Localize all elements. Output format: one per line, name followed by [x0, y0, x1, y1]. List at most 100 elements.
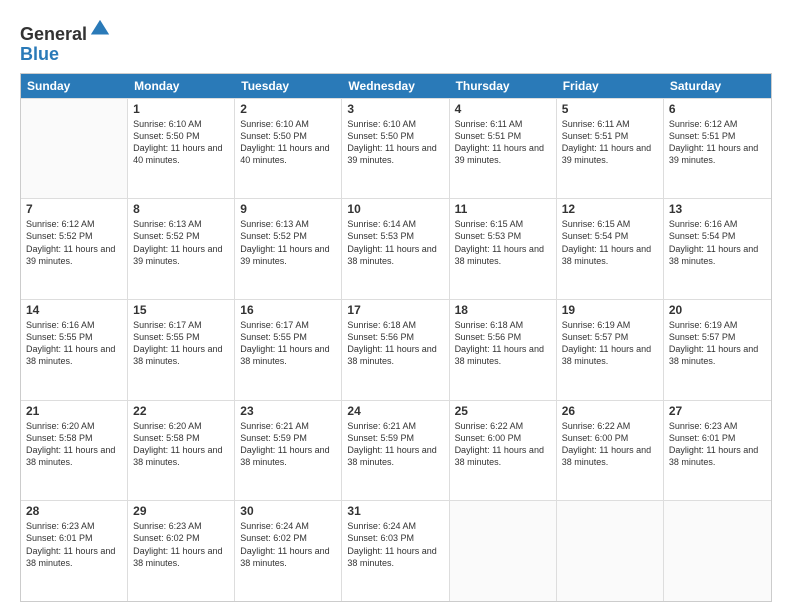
day-number: 27 [669, 404, 766, 418]
page: General Blue SundayMondayTuesdayWednesda… [0, 0, 792, 612]
cal-cell: 7 Sunrise: 6:12 AMSunset: 5:52 PMDaylight… [21, 199, 128, 299]
cal-cell: 17Sunrise: 6:18 AMSunset: 5:56 PMDayligh… [342, 300, 449, 400]
cell-info: Sunrise: 6:22 AMSunset: 6:00 PMDaylight:… [455, 420, 551, 469]
cal-cell: 29Sunrise: 6:23 AMSunset: 6:02 PMDayligh… [128, 501, 235, 601]
day-number: 20 [669, 303, 766, 317]
cell-info: Sunrise: 6:20 AMSunset: 5:58 PMDaylight:… [26, 420, 122, 469]
day-number: 8 [133, 202, 229, 216]
logo-general: General [20, 24, 87, 44]
day-number: 2 [240, 102, 336, 116]
calendar-header: SundayMondayTuesdayWednesdayThursdayFrid… [21, 74, 771, 98]
cell-info: Sunrise: 6:19 AMSunset: 5:57 PMDaylight:… [562, 319, 658, 368]
day-number: 31 [347, 504, 443, 518]
cal-row: 14Sunrise: 6:16 AMSunset: 5:55 PMDayligh… [21, 299, 771, 400]
cal-cell: 14Sunrise: 6:16 AMSunset: 5:55 PMDayligh… [21, 300, 128, 400]
cell-info: Sunrise: 6:13 AMSunset: 5:52 PMDaylight:… [240, 218, 336, 267]
header: General Blue [20, 18, 772, 65]
cal-cell: 22 Sunrise: 6:20 AMSunset: 5:58 PMDayligh… [128, 401, 235, 501]
cal-cell: 27 Sunrise: 6:23 AMSunset: 6:01 PMDayligh… [664, 401, 771, 501]
cell-info: Sunrise: 6:11 AMSunset: 5:51 PMDaylight:… [455, 118, 551, 167]
cell-info: Sunrise: 6:16 AMSunset: 5:54 PMDaylight:… [669, 218, 766, 267]
cell-info: Sunrise: 6:21 AMSunset: 5:59 PMDaylight:… [240, 420, 336, 469]
cal-cell: 20 Sunrise: 6:19 AMSunset: 5:57 PMDayligh… [664, 300, 771, 400]
cell-info: Sunrise: 6:15 AMSunset: 5:54 PMDaylight:… [562, 218, 658, 267]
cal-cell [664, 501, 771, 601]
day-number: 25 [455, 404, 551, 418]
day-number: 4 [455, 102, 551, 116]
cal-header-day: Sunday [21, 74, 128, 98]
cal-header-day: Monday [128, 74, 235, 98]
day-number: 16 [240, 303, 336, 317]
cell-info: Sunrise: 6:10 AMSunset: 5:50 PMDaylight:… [240, 118, 336, 167]
cal-row: 1Sunrise: 6:10 AMSunset: 5:50 PMDaylight… [21, 98, 771, 199]
logo: General Blue [20, 18, 111, 65]
logo-blue: Blue [20, 44, 59, 64]
cal-row: 28Sunrise: 6:23 AMSunset: 6:01 PMDayligh… [21, 500, 771, 601]
cell-info: Sunrise: 6:10 AMSunset: 5:50 PMDaylight:… [133, 118, 229, 167]
cal-cell [450, 501, 557, 601]
calendar-body: 1Sunrise: 6:10 AMSunset: 5:50 PMDaylight… [21, 98, 771, 601]
cal-cell: 4 Sunrise: 6:11 AMSunset: 5:51 PMDaylight… [450, 99, 557, 199]
cal-header-day: Wednesday [342, 74, 449, 98]
day-number: 7 [26, 202, 122, 216]
cal-header-day: Saturday [664, 74, 771, 98]
cell-info: Sunrise: 6:19 AMSunset: 5:57 PMDaylight:… [669, 319, 766, 368]
day-number: 29 [133, 504, 229, 518]
cal-cell: 13 Sunrise: 6:16 AMSunset: 5:54 PMDayligh… [664, 199, 771, 299]
cal-cell: 21 Sunrise: 6:20 AMSunset: 5:58 PMDayligh… [21, 401, 128, 501]
cell-info: Sunrise: 6:24 AMSunset: 6:02 PMDaylight:… [240, 520, 336, 569]
cell-info: Sunrise: 6:22 AMSunset: 6:00 PMDaylight:… [562, 420, 658, 469]
day-number: 3 [347, 102, 443, 116]
cell-info: Sunrise: 6:15 AMSunset: 5:53 PMDaylight:… [455, 218, 551, 267]
cell-info: Sunrise: 6:20 AMSunset: 5:58 PMDaylight:… [133, 420, 229, 469]
day-number: 17 [347, 303, 443, 317]
calendar: SundayMondayTuesdayWednesdayThursdayFrid… [20, 73, 772, 602]
cal-cell: 5 Sunrise: 6:11 AMSunset: 5:51 PMDaylight… [557, 99, 664, 199]
cell-info: Sunrise: 6:21 AMSunset: 5:59 PMDaylight:… [347, 420, 443, 469]
cal-header-day: Friday [557, 74, 664, 98]
cell-info: Sunrise: 6:17 AMSunset: 5:55 PMDaylight:… [133, 319, 229, 368]
day-number: 24 [347, 404, 443, 418]
day-number: 12 [562, 202, 658, 216]
cal-cell: 10Sunrise: 6:14 AMSunset: 5:53 PMDayligh… [342, 199, 449, 299]
logo-text: General Blue [20, 18, 111, 65]
day-number: 13 [669, 202, 766, 216]
cell-info: Sunrise: 6:12 AMSunset: 5:52 PMDaylight:… [26, 218, 122, 267]
cell-info: Sunrise: 6:12 AMSunset: 5:51 PMDaylight:… [669, 118, 766, 167]
day-number: 5 [562, 102, 658, 116]
day-number: 22 [133, 404, 229, 418]
day-number: 18 [455, 303, 551, 317]
day-number: 19 [562, 303, 658, 317]
cell-info: Sunrise: 6:23 AMSunset: 6:01 PMDaylight:… [26, 520, 122, 569]
cal-cell: 26 Sunrise: 6:22 AMSunset: 6:00 PMDayligh… [557, 401, 664, 501]
day-number: 11 [455, 202, 551, 216]
cal-cell: 24 Sunrise: 6:21 AMSunset: 5:59 PMDayligh… [342, 401, 449, 501]
cell-info: Sunrise: 6:11 AMSunset: 5:51 PMDaylight:… [562, 118, 658, 167]
day-number: 23 [240, 404, 336, 418]
day-number: 15 [133, 303, 229, 317]
cal-cell: 3 Sunrise: 6:10 AMSunset: 5:50 PMDaylight… [342, 99, 449, 199]
cal-row: 7 Sunrise: 6:12 AMSunset: 5:52 PMDaylight… [21, 198, 771, 299]
cal-header-day: Thursday [450, 74, 557, 98]
cal-cell: 6 Sunrise: 6:12 AMSunset: 5:51 PMDaylight… [664, 99, 771, 199]
cell-info: Sunrise: 6:14 AMSunset: 5:53 PMDaylight:… [347, 218, 443, 267]
cal-cell: 2 Sunrise: 6:10 AMSunset: 5:50 PMDaylight… [235, 99, 342, 199]
cal-cell: 31Sunrise: 6:24 AMSunset: 6:03 PMDayligh… [342, 501, 449, 601]
cal-cell: 1Sunrise: 6:10 AMSunset: 5:50 PMDaylight… [128, 99, 235, 199]
day-number: 26 [562, 404, 658, 418]
cal-cell: 15 Sunrise: 6:17 AMSunset: 5:55 PMDayligh… [128, 300, 235, 400]
day-number: 21 [26, 404, 122, 418]
day-number: 6 [669, 102, 766, 116]
cell-info: Sunrise: 6:16 AMSunset: 5:55 PMDaylight:… [26, 319, 122, 368]
cal-cell: 25 Sunrise: 6:22 AMSunset: 6:00 PMDayligh… [450, 401, 557, 501]
cal-row: 21 Sunrise: 6:20 AMSunset: 5:58 PMDayligh… [21, 400, 771, 501]
cal-cell [557, 501, 664, 601]
cal-header-day: Tuesday [235, 74, 342, 98]
cell-info: Sunrise: 6:17 AMSunset: 5:55 PMDaylight:… [240, 319, 336, 368]
cal-cell: 30Sunrise: 6:24 AMSunset: 6:02 PMDayligh… [235, 501, 342, 601]
cal-cell: 18Sunrise: 6:18 AMSunset: 5:56 PMDayligh… [450, 300, 557, 400]
cell-info: Sunrise: 6:23 AMSunset: 6:01 PMDaylight:… [669, 420, 766, 469]
cal-cell: 23 Sunrise: 6:21 AMSunset: 5:59 PMDayligh… [235, 401, 342, 501]
cell-info: Sunrise: 6:10 AMSunset: 5:50 PMDaylight:… [347, 118, 443, 167]
logo-icon [89, 18, 111, 40]
